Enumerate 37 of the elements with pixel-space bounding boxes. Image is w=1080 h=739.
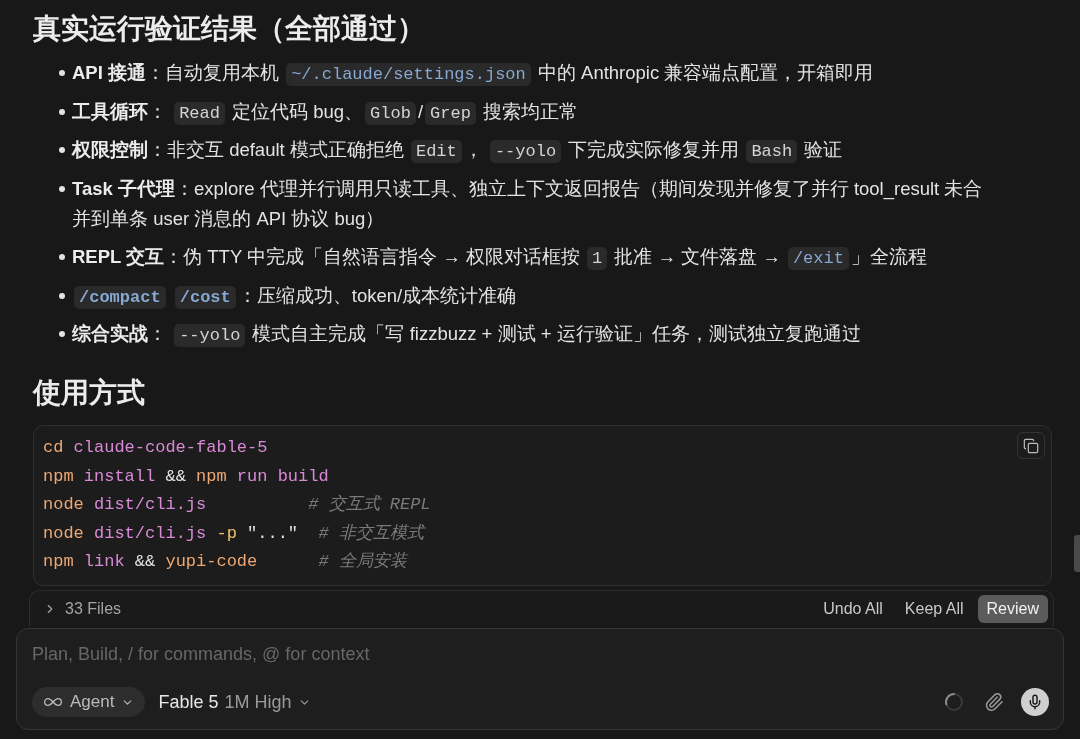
bullet-icon [59, 147, 65, 153]
bullet-icon [59, 70, 65, 76]
microphone-icon [1027, 694, 1043, 710]
bullet-icon [59, 185, 65, 192]
bullet-icon [59, 108, 65, 115]
bullet-icon [59, 331, 65, 337]
bullet-icon [59, 254, 65, 260]
code-line: node dist/cli.js # 交互式 REPL [43, 493, 431, 516]
files-toggle[interactable]: 33 Files [43, 596, 122, 621]
list-item-text: /compact /cost ：压缩成功、token/成本统计准确 [72, 280, 989, 311]
code-line: npm link && yupi-code # 全局安装 [43, 551, 407, 573]
attach-button[interactable] [984, 692, 1004, 712]
list-item-text: REPL 交互：伪 TTY 中完成「自然语言指令 → 权限对话框按 1 批准 → 文件落盘 → /exit 」全流程 [72, 245, 928, 272]
section-heading: 使用方式 [33, 376, 145, 410]
code-line: cd claude-code-fable-5 [43, 437, 268, 459]
model-dropdown[interactable]: Fable 5 1M High [158, 688, 311, 716]
composer[interactable]: Plan, Build, / for commands, @ for context Agent Fable 5 1M High [16, 628, 1064, 730]
prompt-input[interactable]: Plan, Build, / for commands, @ for context [32, 640, 1049, 668]
code-line: node dist/cli.js -p "..." # 非交互模式 [43, 522, 424, 545]
action-button[interactable]: Keep All [896, 594, 972, 623]
scrollbar-thumb[interactable] [1074, 535, 1080, 572]
action-button[interactable]: Undo All [815, 594, 891, 623]
microphone-button[interactable] [1021, 688, 1049, 716]
list-item-text: 综合实战： --yolo 模式自主完成「写 fizzbuzz + 测试 + 运行验证」任务，测试独立复跑通过 [72, 322, 862, 349]
mode-dropdown[interactable]: Agent [32, 687, 146, 717]
bullet-icon [59, 292, 65, 299]
code-line: npm install && npm run build [43, 465, 329, 488]
list-item-text: Task 子代理：explore 代理并行调用只读工具、独立上下文返回报告（期间发现并修复了并行 tool_result 未合并到单条 user 消息的 API 协议 bug） [72, 176, 984, 231]
list-item-text: 工具循环： Read 定位代码 bug、 Glob / Grep 搜索均正常 [72, 99, 579, 127]
spinner-icon [944, 692, 964, 712]
paperclip-icon [984, 692, 1004, 712]
list-item-text: 权限控制：非交互 default 模式正确拒绝 Edit ， --yolo 下完成实际修复并用 Bash 验证 [72, 138, 844, 165]
list-item-text: API 接通：自动复用本机 ~/.claude/settings.json 中的 Anthropic 兼容端点配置，开箱即用 [72, 61, 875, 88]
copy-button[interactable] [1017, 432, 1045, 459]
review-button[interactable]: Review [977, 594, 1048, 623]
section-heading: 真实运行验证结果（全部通过） [33, 12, 425, 46]
copy-icon [1023, 437, 1039, 454]
